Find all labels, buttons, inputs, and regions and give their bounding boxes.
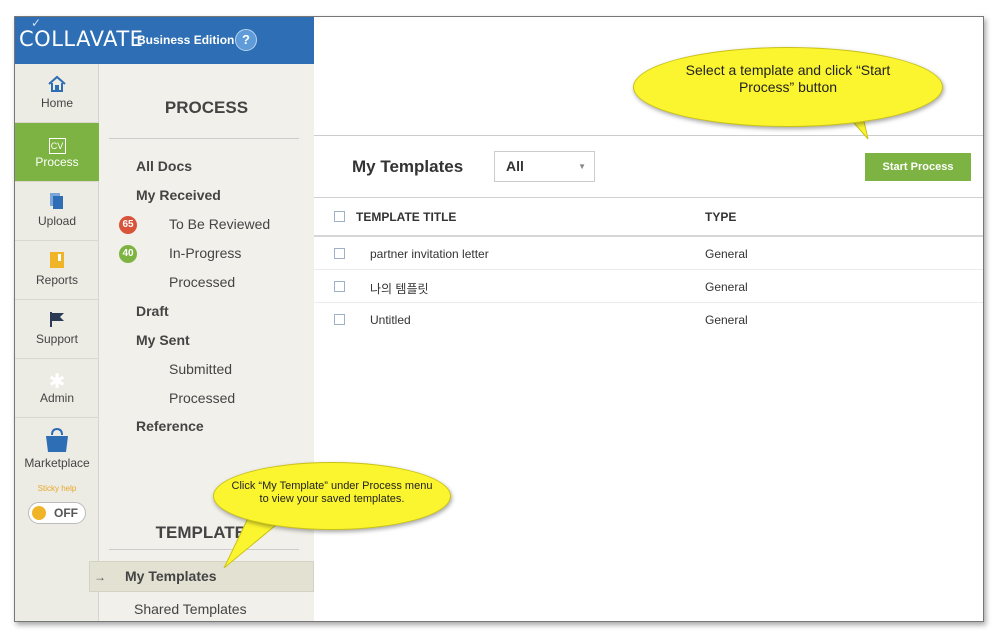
table-top-divider	[314, 197, 983, 198]
sticky-help-label: Sticky help	[37, 484, 77, 493]
menu-divider	[109, 138, 299, 139]
row-checkbox[interactable]	[334, 314, 345, 325]
nav-reports-label: Reports	[35, 273, 79, 287]
row-type: General	[705, 280, 748, 294]
column-type[interactable]: TYPE	[705, 210, 736, 224]
nav-home-label: Home	[40, 96, 73, 110]
menu-my-templates-label: My Templates	[125, 568, 217, 584]
row-template-title[interactable]: Untitled	[370, 313, 411, 327]
help-icon[interactable]: ?	[235, 29, 257, 51]
menu-all-docs[interactable]: All Docs	[136, 158, 192, 174]
row-type: General	[705, 313, 748, 327]
app-logo[interactable]: COLLAVATE	[19, 27, 143, 51]
nav-home[interactable]: Home	[15, 64, 99, 123]
menu-reference[interactable]: Reference	[136, 418, 204, 434]
flag-icon	[15, 310, 99, 330]
nav-admin[interactable]: ✱ Admin	[15, 359, 99, 418]
nav-upload[interactable]: Upload	[15, 182, 99, 241]
filter-value: All	[506, 158, 524, 174]
template-filter-select[interactable]: All ▼	[494, 151, 595, 182]
in-progress-count: 40	[119, 245, 137, 263]
marketplace-bag-icon	[15, 426, 99, 454]
toggle-state: OFF	[54, 506, 78, 520]
home-icon	[15, 74, 99, 94]
app-window: ✓ COLLAVATE Business Edition ? Home CV P…	[14, 16, 984, 622]
page-title: My Templates	[352, 157, 464, 176]
sticky-help-toggle[interactable]: OFF	[28, 502, 86, 524]
chevron-down-icon: ▼	[578, 162, 586, 171]
start-process-button[interactable]: Start Process	[865, 153, 971, 181]
upload-icon	[15, 192, 99, 212]
menu-to-be-reviewed[interactable]: To Be Reviewed	[169, 216, 270, 232]
brand-bar: ✓ COLLAVATE Business Edition ?	[15, 17, 314, 64]
table-row[interactable]: 나의 템플릿 General	[314, 270, 983, 303]
nav-marketplace-label: Marketplace	[24, 456, 90, 470]
toggle-knob	[32, 506, 46, 520]
reports-icon	[15, 251, 99, 271]
nav-support-label: Support	[35, 332, 79, 346]
menu-received-processed[interactable]: Processed	[169, 274, 235, 290]
table-row[interactable]: Untitled General	[314, 303, 983, 336]
gear-icon: ✱	[48, 371, 66, 393]
column-template-title[interactable]: TEMPLATE TITLE	[356, 210, 456, 224]
menu-shared-templates[interactable]: Shared Templates	[134, 601, 247, 617]
nav-process-label: Process	[35, 155, 79, 169]
icon-nav: Home CV Process Upload Reports Support ✱	[15, 64, 99, 621]
nav-support[interactable]: Support	[15, 300, 99, 359]
nav-reports[interactable]: Reports	[15, 241, 99, 300]
row-type: General	[705, 247, 748, 261]
table-row[interactable]: partner invitation letter General	[314, 237, 983, 270]
callout-start-process: Select a template and click “Start Proce…	[633, 47, 943, 127]
menu-sent-processed[interactable]: Processed	[169, 390, 235, 406]
row-checkbox[interactable]	[334, 248, 345, 259]
process-heading: PROCESS	[164, 98, 249, 117]
to-be-reviewed-count: 65	[119, 216, 137, 234]
row-checkbox[interactable]	[334, 281, 345, 292]
active-arrow-icon: →	[94, 570, 106, 584]
menu-my-received[interactable]: My Received	[136, 187, 221, 203]
row-template-title[interactable]: partner invitation letter	[370, 247, 489, 261]
callout-my-template: Click “My Template” under Process menu t…	[213, 462, 451, 530]
edition-label: Business Edition	[137, 33, 235, 47]
row-template-title[interactable]: 나의 템플릿	[370, 280, 429, 297]
cv-icon: CV	[15, 133, 99, 154]
nav-process[interactable]: CV Process	[15, 123, 99, 182]
nav-upload-label: Upload	[37, 214, 77, 228]
nav-marketplace[interactable]: Marketplace	[15, 418, 99, 488]
menu-my-sent[interactable]: My Sent	[136, 332, 190, 348]
nav-admin-label: Admin	[39, 391, 74, 405]
menu-submitted[interactable]: Submitted	[169, 361, 232, 377]
menu-in-progress[interactable]: In-Progress	[169, 245, 241, 261]
select-all-checkbox[interactable]	[334, 211, 345, 222]
menu-draft[interactable]: Draft	[136, 303, 169, 319]
